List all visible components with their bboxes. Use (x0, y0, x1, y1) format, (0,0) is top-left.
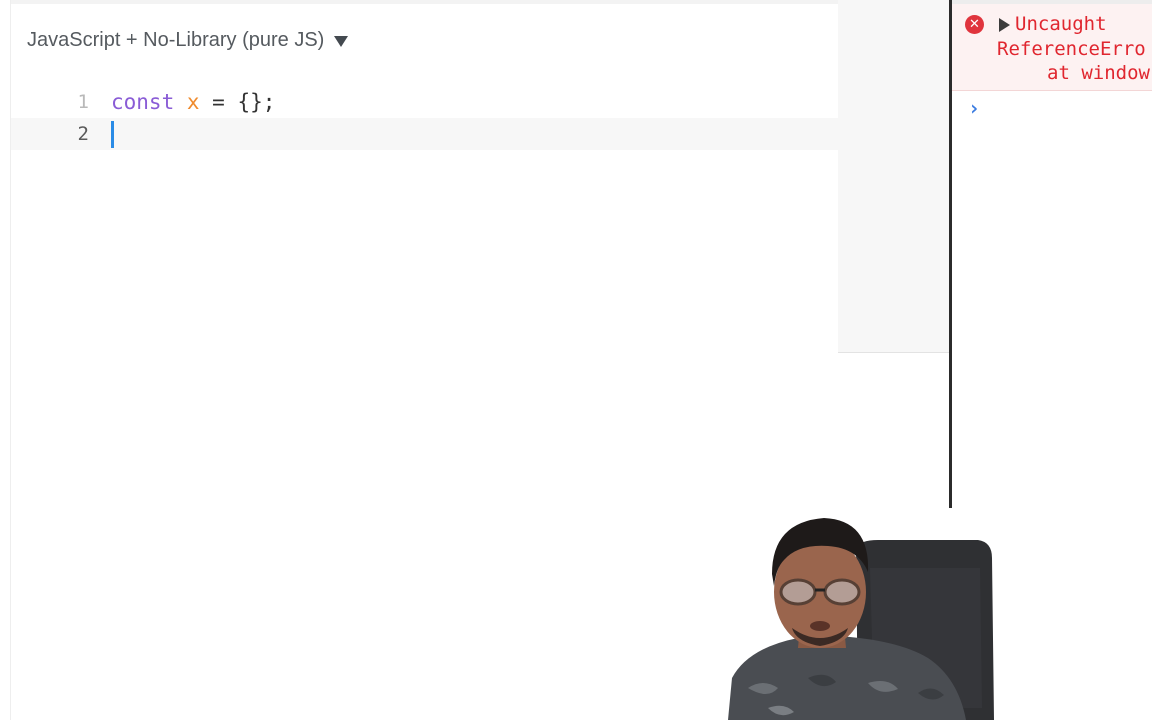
editor-top-border (11, 0, 839, 4)
keyword-token: const (111, 90, 175, 114)
presenter-video-frame (728, 508, 1000, 720)
webcam-video-overlay (728, 508, 1000, 720)
error-line-location[interactable]: at window (1047, 61, 1150, 85)
code-editor-panel: JavaScript + No-Library (pure JS) 1 cons… (10, 0, 839, 720)
error-line-uncaught: Uncaught (1015, 13, 1107, 35)
text-cursor (111, 121, 114, 148)
result-preview-panel (838, 0, 949, 353)
line-number: 1 (77, 91, 89, 113)
console-error-message[interactable]: ✕ Uncaught ReferenceErro at window (952, 4, 1152, 91)
language-selector[interactable]: JavaScript + No-Library (pure JS) (27, 26, 349, 54)
punctuation-token: = {}; (199, 90, 276, 114)
code-line-2[interactable]: 2 (11, 118, 839, 150)
variable-token: x (186, 90, 200, 114)
screen: JavaScript + No-Library (pure JS) 1 cons… (0, 0, 1152, 720)
caret-down-icon[interactable] (334, 35, 349, 47)
line-number: 2 (77, 123, 89, 145)
chevron-right-icon[interactable]: › (968, 96, 980, 120)
language-selector-label: JavaScript + No-Library (pure JS) (27, 28, 325, 51)
code-area[interactable]: 1 const x = {}; 2 (11, 86, 839, 150)
expand-triangle-icon[interactable] (999, 18, 1010, 32)
error-line-type: ReferenceErro (997, 38, 1146, 60)
error-circle-x-icon: ✕ (965, 15, 984, 34)
code-line-1[interactable]: 1 const x = {}; (11, 86, 839, 118)
line-content: const x = {}; (111, 86, 275, 118)
